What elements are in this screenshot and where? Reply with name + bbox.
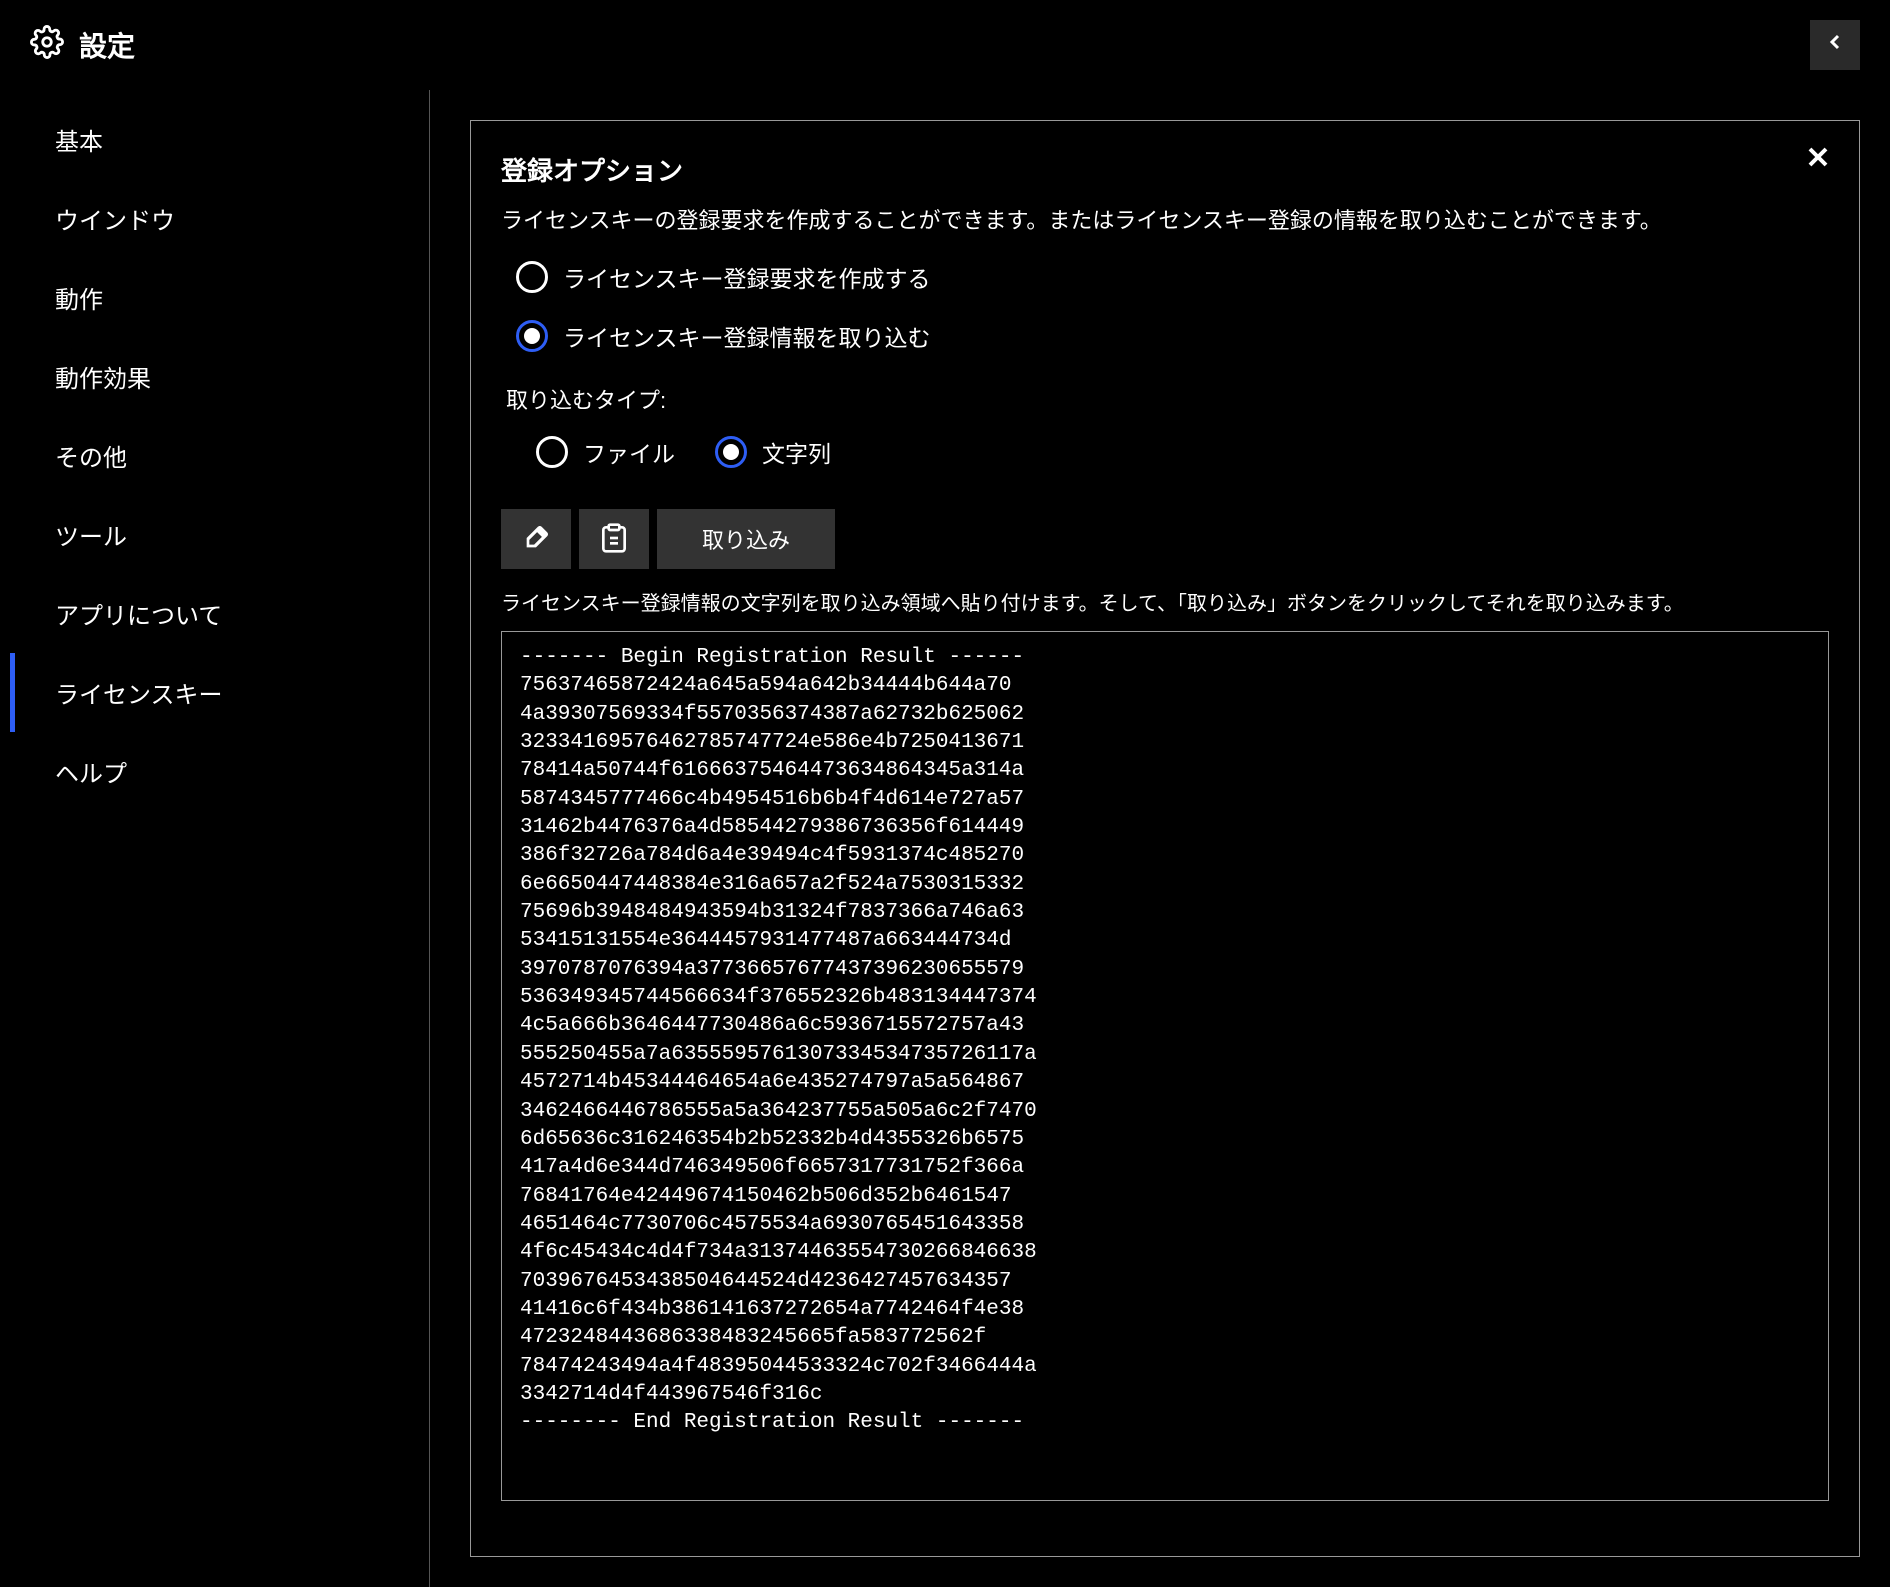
import-type-group: ファイル 文字列	[536, 435, 1829, 469]
registration-text: ------- Begin Registration Result ------…	[520, 644, 1810, 1438]
gear-icon	[30, 25, 64, 65]
sidebar-item-about[interactable]: アプリについて	[10, 574, 429, 653]
eraser-icon	[520, 522, 552, 557]
radio-create-request[interactable]: ライセンスキー登録要求を作成する	[516, 260, 1829, 294]
panel-title: 登録オプション	[501, 151, 1829, 188]
layout: 基本 ウインドウ 動作 動作効果 その他 ツール アプリについて ライセンスキー…	[0, 90, 1890, 1587]
import-type-label: 取り込むタイプ:	[506, 383, 1829, 415]
chevron-left-icon	[1823, 30, 1847, 60]
clipboard-icon	[598, 522, 630, 557]
sidebar-item-label: 動作	[55, 287, 103, 314]
radio-import-info[interactable]: ライセンスキー登録情報を取り込む	[516, 319, 1829, 353]
import-hint: ライセンスキー登録情報の文字列を取り込み領域へ貼り付けます。そして、「取り込み」…	[501, 587, 1829, 616]
radio-label: ライセンスキー登録要求を作成する	[563, 260, 931, 294]
radio-label: ファイル	[583, 435, 675, 469]
sidebar-item-help[interactable]: ヘルプ	[10, 732, 429, 811]
import-toolbar: 取り込み	[501, 509, 1829, 569]
sidebar-item-label: 基本	[55, 129, 103, 156]
close-button[interactable]	[1802, 141, 1834, 179]
header-left: 設定	[30, 25, 135, 65]
sidebar-item-license[interactable]: ライセンスキー	[10, 653, 429, 732]
main: 登録オプション ライセンスキーの登録要求を作成することができます。またはライセン…	[430, 90, 1890, 1587]
import-button-label: 取り込み	[702, 523, 790, 555]
sidebar-item-tools[interactable]: ツール	[10, 495, 429, 574]
sidebar-item-label: ヘルプ	[55, 761, 127, 788]
radio-icon	[715, 436, 747, 468]
page-title: 設定	[79, 25, 135, 65]
sidebar: 基本 ウインドウ 動作 動作効果 その他 ツール アプリについて ライセンスキー…	[10, 90, 430, 1587]
header: 設定	[0, 0, 1890, 90]
sidebar-item-behavior[interactable]: 動作	[10, 258, 429, 337]
radio-label: ライセンスキー登録情報を取り込む	[563, 319, 931, 353]
radio-import-string[interactable]: 文字列	[715, 435, 831, 469]
registration-textarea[interactable]: ------- Begin Registration Result ------…	[501, 631, 1829, 1501]
clear-button[interactable]	[501, 509, 571, 569]
radio-import-file[interactable]: ファイル	[536, 435, 675, 469]
panel-description: ライセンスキーの登録要求を作成することができます。またはライセンスキー登録の情報…	[501, 203, 1829, 235]
sidebar-item-other[interactable]: その他	[10, 416, 429, 495]
radio-label: 文字列	[762, 435, 831, 469]
import-button[interactable]: 取り込み	[657, 509, 835, 569]
sidebar-item-label: ツール	[55, 524, 127, 551]
radio-icon	[516, 261, 548, 293]
sidebar-item-label: 動作効果	[55, 366, 151, 393]
sidebar-item-basic[interactable]: 基本	[10, 100, 429, 179]
registration-option-group: ライセンスキー登録要求を作成する ライセンスキー登録情報を取り込む	[516, 260, 1829, 353]
paste-button[interactable]	[579, 509, 649, 569]
sidebar-item-window[interactable]: ウインドウ	[10, 179, 429, 258]
registration-panel: 登録オプション ライセンスキーの登録要求を作成することができます。またはライセン…	[470, 120, 1860, 1557]
sidebar-item-label: ウインドウ	[55, 208, 175, 235]
back-button[interactable]	[1810, 20, 1860, 70]
radio-icon	[516, 320, 548, 352]
sidebar-item-label: その他	[55, 445, 127, 472]
sidebar-item-label: アプリについて	[55, 603, 222, 630]
sidebar-item-effects[interactable]: 動作効果	[10, 337, 429, 416]
close-icon	[1802, 156, 1834, 178]
sidebar-item-label: ライセンスキー	[55, 682, 223, 709]
radio-icon	[536, 436, 568, 468]
